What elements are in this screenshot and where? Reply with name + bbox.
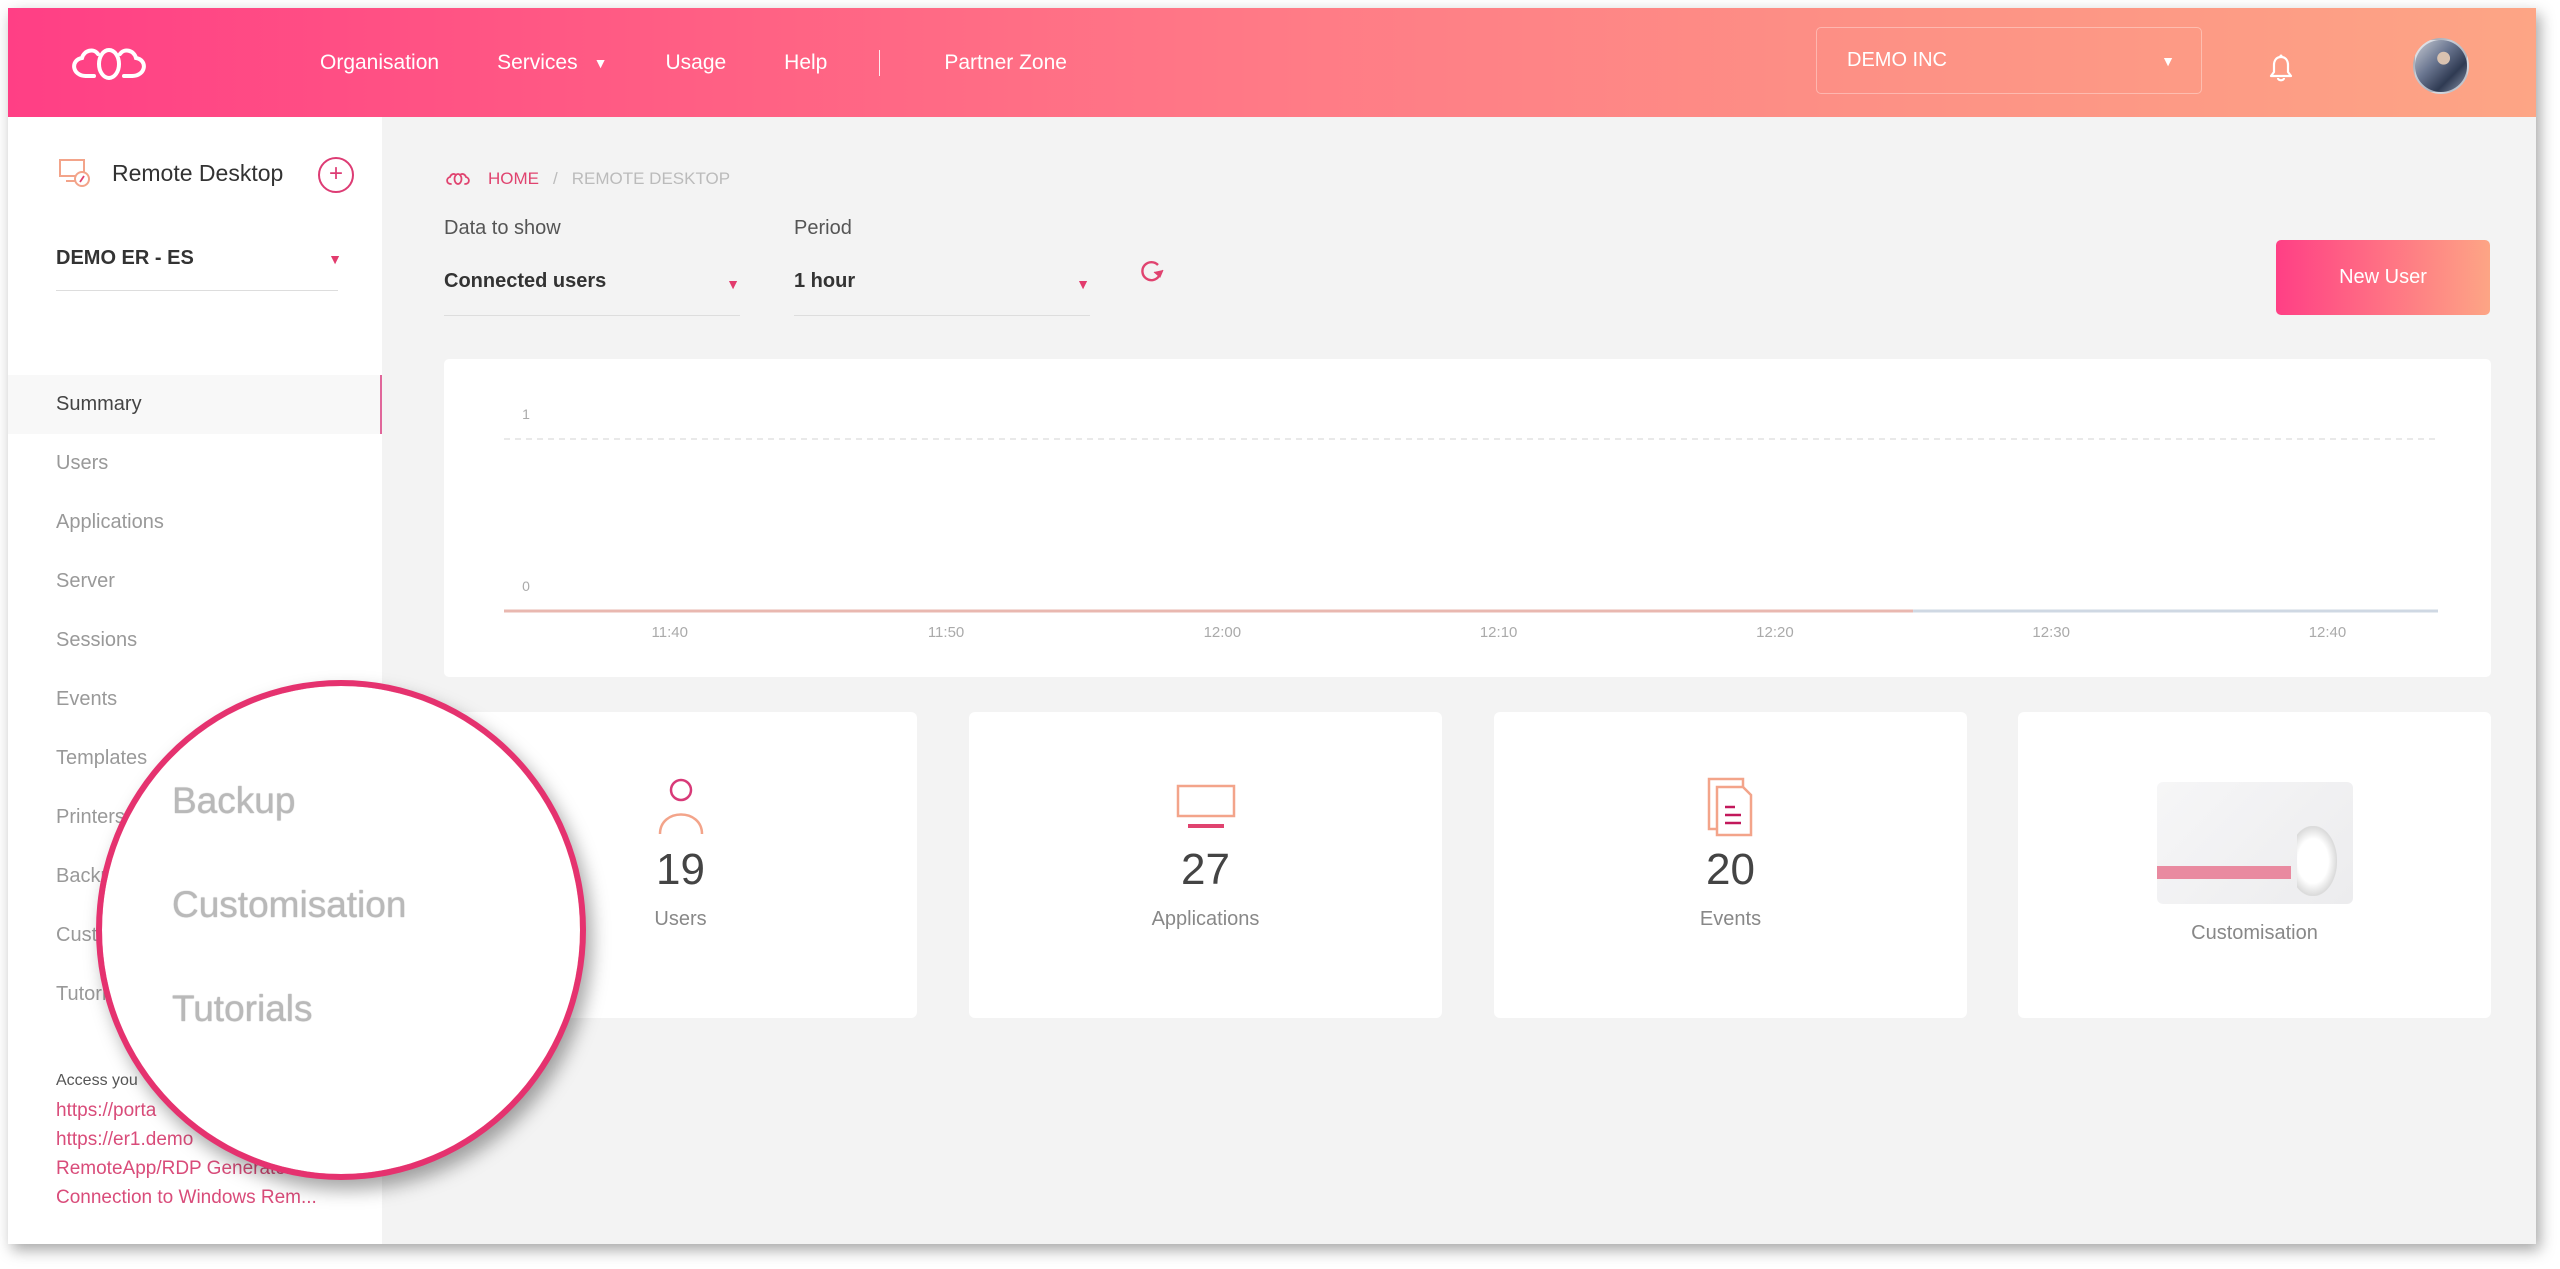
nav-services[interactable]: Services ▼ [497, 51, 607, 75]
sidebar-item-users[interactable]: Users [8, 434, 382, 493]
monitor-icon [1176, 778, 1236, 836]
applications-count: 27 [1181, 845, 1230, 894]
cloud-home-icon[interactable] [444, 170, 472, 188]
documents-icon [1701, 777, 1761, 837]
organisation-select[interactable]: DEMO INC ▼ [1816, 27, 2202, 94]
x-tick-label: 12:10 [1480, 624, 1518, 641]
app-window: Organisation Services ▼ Usage Help Partne… [8, 8, 2536, 1244]
nav-organisation[interactable]: Organisation [320, 51, 439, 75]
magnifier-overlay: Printers Backup Customisation Tutorials [96, 680, 586, 1180]
organisation-select-value: DEMO INC [1847, 49, 1947, 71]
nav-label: Help [784, 50, 828, 74]
nav-label: Services [497, 50, 578, 74]
events-label: Events [1699, 908, 1762, 930]
nav-usage[interactable]: Usage [665, 51, 726, 75]
sidebar-header: Remote Desktop [58, 157, 283, 189]
sidebar-item-server[interactable]: Server [8, 552, 382, 611]
nav-label: Organisation [320, 50, 440, 74]
nav-help[interactable]: Help [784, 51, 827, 75]
caret-down-icon: ▼ [1076, 276, 1090, 292]
data-to-show-field: Data to show Connected users ▼ [444, 217, 740, 316]
period-field: Period 1 hour ▼ [794, 217, 1090, 316]
magnified-tutorials[interactable]: Tutorials [172, 988, 313, 1030]
nav-label: Usage [665, 50, 727, 74]
period-label: Period [794, 217, 852, 239]
cloud-logo-icon[interactable] [64, 38, 154, 88]
user-avatar[interactable] [2413, 38, 2469, 94]
stat-card-applications[interactable]: 27 Applications [969, 712, 1442, 1018]
data-to-show-value: Connected users [444, 270, 607, 292]
data-to-show-select[interactable]: Connected users ▼ [444, 270, 740, 316]
remote-desktop-icon [59, 159, 90, 187]
x-tick-label: 12:30 [2032, 624, 2070, 641]
magnified-backup[interactable]: Backup [172, 780, 295, 822]
breadcrumb-current: REMOTE DESKTOP [571, 169, 731, 188]
sidebar-item-sessions[interactable]: Sessions [8, 611, 382, 670]
sidebar-item-applications[interactable]: Applications [8, 493, 382, 552]
users-label: Users [654, 908, 707, 930]
x-tick-label: 12:20 [1756, 624, 1794, 641]
new-user-button[interactable]: New User [2276, 240, 2490, 315]
stats-row: 19 Users 27 Applications 20 Events Custo… [444, 712, 2491, 1018]
nav-partner-zone[interactable]: Partner Zone [944, 51, 1067, 75]
breadcrumb-separator: / [553, 169, 558, 188]
top-navigation-bar: Organisation Services ▼ Usage Help Partne… [8, 8, 2536, 117]
stat-card-events[interactable]: 20 Events [1494, 712, 1967, 1018]
breadcrumb-home[interactable]: HOME [488, 169, 539, 189]
caret-down-icon: ▼ [328, 251, 342, 267]
users-count: 19 [656, 845, 705, 894]
x-tick-label: 12:40 [2309, 624, 2347, 641]
stat-card-customisation[interactable]: Customisation [2018, 712, 2491, 1018]
caret-down-icon: ▼ [2161, 52, 2175, 69]
nav-divider [879, 49, 881, 76]
sidebar-title: Remote Desktop [112, 159, 284, 186]
caret-down-icon: ▼ [593, 54, 608, 71]
period-select[interactable]: 1 hour ▼ [794, 270, 1090, 316]
events-count: 20 [1706, 845, 1755, 894]
main-nav: Organisation Services ▼ Usage Help Partne… [320, 8, 1125, 117]
x-tick-label: 11:40 [652, 624, 688, 641]
customisation-label: Customisation [2191, 922, 2318, 944]
chart-svg: 0 1 11:40 11:50 12:00 12:10 12:20 12:30 12:40 [504, 406, 2438, 641]
user-icon [651, 778, 711, 836]
environment-select-value: DEMO ER - ES [56, 247, 194, 269]
customisation-thumbnail [2156, 782, 2353, 904]
windows-remote-connection-link[interactable]: Connection to Windows Rem... [56, 1183, 356, 1212]
magnified-customisation[interactable]: Customisation [172, 884, 406, 926]
sidebar-item-summary[interactable]: Summary [8, 375, 382, 434]
y-tick-label: 1 [522, 406, 530, 422]
thumbnail-paper-curl [2296, 826, 2337, 896]
connected-users-chart: 0 1 11:40 11:50 12:00 12:10 12:20 12:30 12:40 [444, 359, 2491, 677]
refresh-icon[interactable] [1138, 257, 1166, 285]
environment-select[interactable]: DEMO ER - ES ▼ [56, 247, 342, 291]
main-content: HOME / REMOTE DESKTOP Data to show Conne… [382, 117, 2536, 1244]
y-tick-label: 0 [522, 578, 530, 594]
x-tick-label: 11:50 [928, 624, 964, 641]
x-tick-label: 12:00 [1204, 624, 1242, 641]
thumbnail-stripe [2156, 866, 2291, 879]
add-service-button[interactable]: + [318, 157, 354, 193]
data-to-show-label: Data to show [444, 217, 561, 239]
caret-down-icon: ▼ [726, 276, 740, 292]
bell-icon[interactable] [2268, 54, 2294, 82]
period-value: 1 hour [794, 270, 856, 292]
breadcrumb: HOME / REMOTE DESKTOP [444, 169, 730, 189]
nav-label: Partner Zone [944, 50, 1067, 74]
applications-label: Applications [1151, 908, 1260, 930]
